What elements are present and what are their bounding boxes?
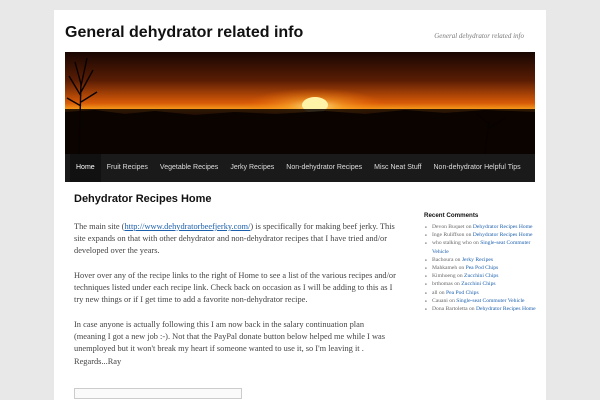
hover-paragraph: Hover over any of the recipe links to th… [74, 271, 396, 305]
comment-on: on [458, 265, 465, 272]
comment-on: on [449, 297, 455, 304]
nav-vegetable-recipes[interactable]: Vegetable Recipes [154, 154, 224, 182]
nav-home[interactable]: Home [70, 154, 101, 182]
comment-item: brthomas on Zucchini Chips [424, 280, 536, 288]
nav-fruit-recipes[interactable]: Fruit Recipes [101, 154, 154, 182]
comment-author: Bachoura [432, 256, 454, 263]
comment-on: on [457, 273, 463, 280]
comment-post-link[interactable]: Pea Pod Chips [466, 265, 499, 271]
comment-on: on [465, 232, 472, 239]
comment-item: Kimhoeng on Zucchini Chips [424, 272, 536, 280]
comment-item: Devon Buquet on Dehydrator Recipes Home [424, 223, 536, 231]
nav-jerky-recipes[interactable]: Jerky Recipes [224, 154, 280, 182]
page-title: Dehydrator Recipes Home [74, 193, 212, 205]
comment-post-link[interactable]: Zucchini Chips [461, 281, 495, 287]
comment-post-link[interactable]: Pea Pod Chips [446, 290, 479, 296]
update-paragraph: In case anyone is actually following thi… [74, 320, 385, 366]
comment-author: Cauani [432, 297, 448, 304]
comment-on: on [465, 224, 472, 230]
main-navigation: Home Fruit Recipes Vegetable Recipes Jer… [65, 154, 535, 182]
page: General dehydrator related info General … [54, 10, 546, 400]
nav-non-dehydrator-recipes[interactable]: Non-dehydrator Recipes [280, 154, 368, 182]
comment-post-link[interactable]: Dehydrator Recipes Home [473, 232, 533, 238]
comment-author: who stalking who [432, 240, 472, 247]
header-sunset-image [65, 52, 535, 154]
main-site-link[interactable]: http://www.dehydratorbeefjerky.com/ [124, 222, 250, 231]
comment-on: on [473, 240, 479, 247]
comment-item: who stalking who on Single-seat Commuter… [424, 239, 536, 255]
comment-on: on [454, 256, 461, 263]
comment-item: Cauani on Single-seat Commuter Vehicle [424, 297, 536, 305]
nav-misc-neat-stuff[interactable]: Misc Neat Stuff [368, 154, 427, 182]
comment-on: on [468, 306, 475, 313]
site-description: General dehydrator related info [434, 32, 524, 40]
comment-on: on [439, 289, 445, 296]
paypal-donate-box[interactable] [74, 388, 242, 399]
comment-item: all on Pea Pod Chips [424, 289, 536, 297]
comment-post-link[interactable]: Dehydrator Recipes Home [473, 224, 533, 230]
comment-item: Mahkameh on Pea Pod Chips [424, 264, 536, 272]
comment-on: on [454, 281, 460, 288]
comment-post-link[interactable]: Dehydrator Recipes Home [476, 306, 536, 312]
comment-author: Dona Bartoletta [432, 306, 468, 313]
nav-non-dehydrator-helpful-tips[interactable]: Non-dehydrator Helpful Tips [428, 154, 527, 182]
comment-post-link[interactable]: Jerky Recipes [462, 257, 493, 263]
comment-post-link[interactable]: Zucchini Chips [464, 273, 498, 279]
comment-author: Devon Buquet [432, 224, 465, 230]
comment-item: Bachoura on Jerky Recipes [424, 256, 536, 264]
intro-paragraph: The main site (http://www.dehydratorbeef… [74, 221, 396, 258]
comment-item: Dona Bartoletta on Dehydrator Recipes Ho… [424, 305, 536, 313]
comment-item: Inge Ruliffson on Dehydrator Recipes Hom… [424, 231, 536, 239]
comment-author: all [432, 289, 438, 296]
site-title[interactable]: General dehydrator related info [65, 24, 303, 42]
comment-post-link[interactable]: Single-seat Commuter Vehicle [456, 298, 524, 304]
intro-text-before: The main site ( [74, 222, 125, 231]
comment-author: Mahkameh [432, 265, 458, 272]
comment-author: Inge Ruliffson [432, 232, 465, 239]
sidebar: Recent Comments Devon Buquet on Dehydrat… [424, 212, 536, 313]
main-content: The main site (http://www.dehydratorbeef… [74, 221, 396, 380]
recent-comments-list: Devon Buquet on Dehydrator Recipes Home … [424, 223, 536, 313]
comment-author: Kimhoeng [432, 273, 456, 280]
comment-author: brthomas [432, 281, 453, 288]
recent-comments-title: Recent Comments [424, 212, 479, 219]
